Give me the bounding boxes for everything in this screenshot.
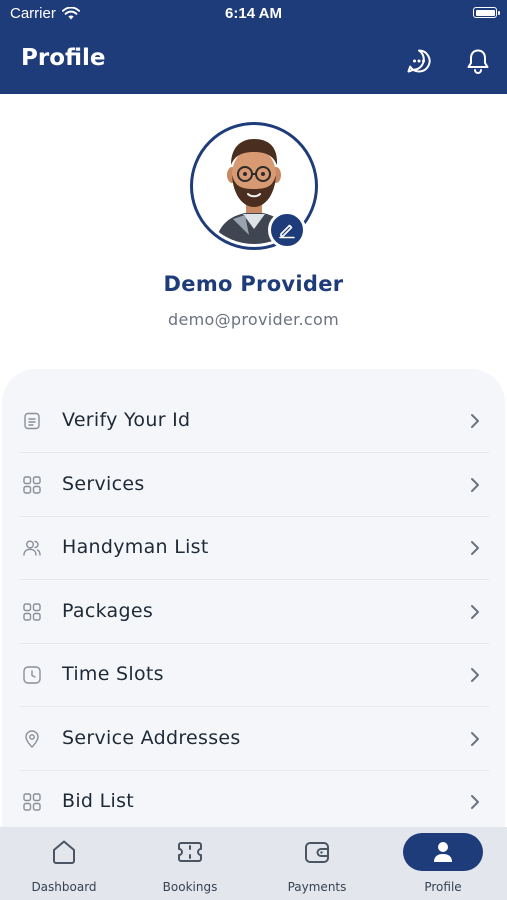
menu-item-bid-list[interactable]: Bid List bbox=[20, 771, 489, 834]
nav-dashboard[interactable]: Dashboard bbox=[1, 827, 127, 900]
chevron-right-icon bbox=[471, 668, 479, 682]
chevron-right-icon bbox=[471, 414, 479, 428]
menu-item-services[interactable]: Services bbox=[20, 454, 489, 517]
nav-bookings[interactable]: Bookings bbox=[127, 827, 253, 900]
chevron-right-icon bbox=[471, 605, 479, 619]
nav-label: Dashboard bbox=[31, 880, 97, 894]
chat-button[interactable] bbox=[404, 46, 434, 76]
menu-item-service-addresses[interactable]: Service Addresses bbox=[20, 708, 489, 771]
nav-payments[interactable]: Payments bbox=[254, 827, 380, 900]
nav-label: Bookings bbox=[162, 880, 218, 894]
clock-time: 6:14 AM bbox=[225, 5, 282, 22]
menu-item-packages[interactable]: Packages bbox=[20, 581, 489, 644]
person-icon bbox=[434, 842, 452, 862]
chevron-right-icon bbox=[471, 795, 479, 809]
profile-header: Demo Provider demo@provider.com bbox=[0, 94, 507, 384]
users-icon bbox=[23, 540, 41, 556]
chevron-right-icon bbox=[471, 732, 479, 746]
chevron-right-icon bbox=[471, 541, 479, 555]
divider bbox=[20, 579, 489, 580]
menu-item-label: Time Slots bbox=[62, 663, 164, 685]
profile-name: Demo Provider bbox=[163, 272, 344, 296]
pencil-icon bbox=[279, 224, 295, 239]
menu-item-verify-your-id[interactable]: Verify Your Id bbox=[20, 390, 489, 453]
page-title: Profile bbox=[21, 45, 106, 71]
chat-icon bbox=[407, 49, 431, 73]
divider bbox=[20, 452, 489, 453]
notifications-button[interactable] bbox=[463, 46, 493, 76]
battery-icon bbox=[473, 7, 500, 18]
menu-item-label: Handyman List bbox=[62, 536, 209, 558]
status-bar: Carrier 6:14 AM bbox=[0, 0, 507, 28]
grid-icon bbox=[23, 476, 41, 494]
nav-label: Profile bbox=[424, 880, 462, 894]
app-bar: Profile bbox=[0, 28, 507, 94]
menu-item-label: Bid List bbox=[62, 790, 135, 812]
edit-avatar-button[interactable] bbox=[268, 211, 306, 249]
grid-icon bbox=[23, 793, 41, 811]
bell-icon bbox=[467, 49, 489, 74]
profile-menu: Verify Your Id Services Handyman List Pa… bbox=[2, 369, 505, 849]
profile-email: demo@provider.com bbox=[168, 310, 339, 329]
location-pin-icon bbox=[25, 730, 39, 748]
wallet-icon bbox=[305, 842, 329, 863]
menu-item-label: Services bbox=[62, 473, 145, 495]
ticket-icon bbox=[178, 842, 202, 862]
menu-item-time-slots[interactable]: Time Slots bbox=[20, 644, 489, 707]
home-icon bbox=[53, 840, 75, 864]
chevron-right-icon bbox=[471, 478, 479, 492]
nav-label: Payments bbox=[287, 880, 347, 894]
document-icon bbox=[24, 412, 40, 430]
divider bbox=[20, 706, 489, 707]
grid-icon bbox=[23, 603, 41, 621]
clock-icon bbox=[23, 666, 41, 684]
bottom-nav: Dashboard Bookings Payments Profile bbox=[0, 827, 507, 900]
menu-item-label: Verify Your Id bbox=[62, 409, 191, 431]
menu-item-handyman-list[interactable]: Handyman List bbox=[20, 517, 489, 580]
nav-profile[interactable]: Profile bbox=[380, 827, 506, 900]
menu-item-label: Service Addresses bbox=[62, 727, 241, 749]
menu-item-label: Packages bbox=[62, 600, 154, 622]
